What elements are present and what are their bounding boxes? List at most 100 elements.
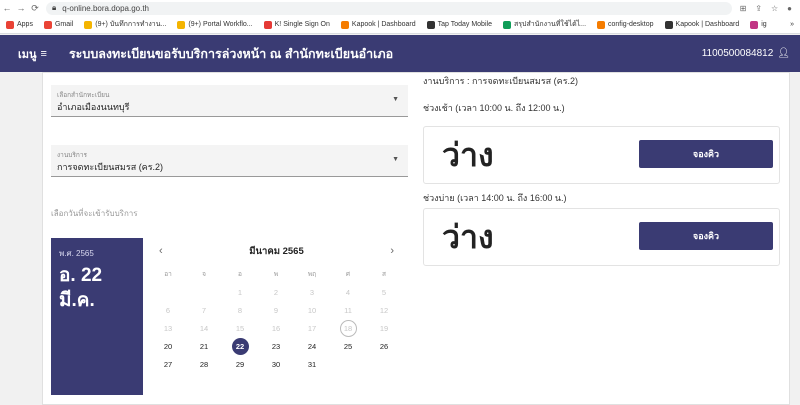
calendar-day: 5 <box>366 283 402 301</box>
bookmark-item[interactable]: ig <box>750 20 767 29</box>
calendar-day-label: 22 <box>231 337 249 355</box>
bookmark-item[interactable]: สรุปสำนักงานที่ใช้ได้ไ... <box>502 19 586 30</box>
calendar-day[interactable]: 26 <box>366 337 402 355</box>
calendar-day: 6 <box>150 301 186 319</box>
selected-date-panel: พ.ศ. 2565 อ. 22 มี.ค. <box>51 238 143 395</box>
bookmark-item[interactable]: Gmail <box>43 20 73 29</box>
calendar-day: 12 <box>366 301 402 319</box>
calendar-day[interactable]: 23 <box>258 337 294 355</box>
calendar-day-label: 24 <box>307 341 317 351</box>
calendar-empty-cell <box>150 283 186 301</box>
calendar-day-label: 2 <box>273 287 279 297</box>
calendar-header: ‹ มีนาคม 2565 › <box>155 243 398 259</box>
calendar-day: 4 <box>330 283 366 301</box>
calendar-day[interactable]: 22 <box>222 337 258 355</box>
url-input[interactable]: 🔒︎ q-online.bora.dopa.go.th <box>46 1 732 15</box>
bookmarks-more-button[interactable]: » <box>790 21 794 28</box>
service-select[interactable]: งานบริการ การจดทะเบียนสมรส (คร.2) ▼ <box>51 145 408 177</box>
book-afternoon-button[interactable]: จองคิว <box>639 222 773 250</box>
user-account[interactable]: 1100500084812 👤︎ <box>702 48 790 59</box>
bookmark-item[interactable]: Kapook | Dashboard <box>340 20 416 29</box>
afternoon-slot-status: ว่าง <box>442 219 494 255</box>
calendar-day-label: 16 <box>271 323 281 333</box>
calendar-day-label: 31 <box>307 359 317 369</box>
bookmark-favicon-icon <box>597 20 606 29</box>
star-icon[interactable]: ☆ <box>771 4 778 13</box>
calendar-day-label: 1 <box>237 287 243 297</box>
gmail-icon <box>43 20 52 29</box>
bookmark-item[interactable]: config-desktop <box>597 20 654 29</box>
calendar-day[interactable]: 25 <box>330 337 366 355</box>
weekday-label: พฤ <box>307 271 317 278</box>
calendar-day[interactable]: 28 <box>186 355 222 373</box>
calendar-day-label: 5 <box>381 287 387 297</box>
chevron-right-icon[interactable]: › <box>386 245 398 257</box>
profile-icon[interactable]: ● <box>787 4 792 13</box>
weekday-label: จ <box>202 271 206 278</box>
bookmark-item[interactable]: K! Single Sign On <box>263 20 330 29</box>
calendar-grid: อาจอพพฤศส 1 2 3 4 5 6 7 8 9 10 11 12 13 14 15 16 17 18 19 20… <box>150 269 402 373</box>
booking-card: เลือกสำนักทะเบียน อำเภอเมืองนนทบุรี ▼ งา… <box>42 72 790 405</box>
calendar-month-title[interactable]: มีนาคม 2565 <box>249 244 303 259</box>
calendar-day: 10 <box>294 301 330 319</box>
calendar-day-label: 13 <box>163 323 173 333</box>
calendar-day[interactable]: 24 <box>294 337 330 355</box>
calendar-day: 11 <box>330 301 366 319</box>
bookmark-item[interactable]: (9+) Portal Workflo... <box>177 20 253 29</box>
service-select-label: งานบริการ <box>57 152 87 159</box>
bookmark-favicon-icon <box>502 20 511 29</box>
calendar-day-label: 4 <box>345 287 351 297</box>
calendar-day[interactable]: 29 <box>222 355 258 373</box>
calendar-day-label: 20 <box>163 341 173 351</box>
bookmark-favicon-icon <box>664 20 673 29</box>
chevron-left-icon[interactable]: ‹ <box>155 245 167 257</box>
share-icon[interactable]: ⇪ <box>755 4 762 13</box>
calendar-day-label: 27 <box>163 359 173 369</box>
calendar-empty-cell <box>330 355 366 373</box>
page-title: ระบบลงทะเบียนขอรับบริการล่วงหน้า ณ สำนัก… <box>68 46 394 61</box>
calendar-day: 18 <box>330 319 366 337</box>
arrow-left-icon[interactable]: ← <box>0 3 14 13</box>
chevron-down-icon: ▼ <box>392 156 399 163</box>
bookmark-favicon-icon <box>340 20 349 29</box>
office-select-value: อำเภอเมืองนนทบุรี <box>57 102 130 112</box>
menu-label: เมนู <box>18 48 37 61</box>
calendar-day-label: 15 <box>235 323 245 333</box>
calendar-day-label: 11 <box>344 305 352 315</box>
calendar-day: 9 <box>258 301 294 319</box>
bookmark-item[interactable]: Kapook | Dashboard <box>664 20 739 29</box>
calendar-day-label: 19 <box>379 323 389 333</box>
date-prompt-label: เลือกวันที่จะเข้ารับบริการ <box>51 209 138 218</box>
service-select-value: การจดทะเบียนสมรส (คร.2) <box>57 162 164 172</box>
morning-slot-status: ว่าง <box>442 137 494 173</box>
calendar-day[interactable]: 20 <box>150 337 186 355</box>
office-select-label: เลือกสำนักทะเบียน <box>57 92 110 99</box>
chevron-down-icon: ▼ <box>392 96 399 103</box>
translate-icon[interactable]: ⊞ <box>740 4 747 13</box>
weekday-label: พ <box>273 271 279 278</box>
menu-button[interactable]: เมนู ≡ <box>18 45 47 63</box>
book-morning-button[interactable]: จองคิว <box>639 140 773 168</box>
arrow-right-icon[interactable]: → <box>14 3 28 13</box>
calendar-day[interactable]: 21 <box>186 337 222 355</box>
bookmark-item[interactable]: (9+) บันทึกการทำงาน... <box>84 19 166 30</box>
calendar-day-label: 17 <box>307 323 317 333</box>
calendar-day[interactable]: 30 <box>258 355 294 373</box>
calendar-day: 14 <box>186 319 222 337</box>
calendar-day-label: 18 <box>339 319 357 337</box>
calendar-day-label: 14 <box>199 323 209 333</box>
bookmarks-bar: Apps Gmail (9+) บันทึกการทำงาน... (9+) P… <box>0 16 800 34</box>
calendar-day[interactable]: 27 <box>150 355 186 373</box>
service-name: งานบริการ : การจดทะเบียนสมรส (คร.2) <box>423 76 579 86</box>
bookmark-item[interactable]: Tap Today Mobile <box>426 20 492 29</box>
calendar-day-label: 26 <box>379 341 389 351</box>
calendar-day: 8 <box>222 301 258 319</box>
bookmark-item[interactable]: Apps <box>6 20 33 29</box>
calendar-day[interactable]: 31 <box>294 355 330 373</box>
office-select[interactable]: เลือกสำนักทะเบียน อำเภอเมืองนนทบุรี ▼ <box>51 85 408 117</box>
calendar-day: 1 <box>222 283 258 301</box>
calendar-day: 16 <box>258 319 294 337</box>
bookmark-favicon-icon <box>750 20 759 29</box>
reload-icon[interactable]: ⟳ <box>28 3 42 14</box>
selected-day: อ. 22 <box>59 265 103 286</box>
